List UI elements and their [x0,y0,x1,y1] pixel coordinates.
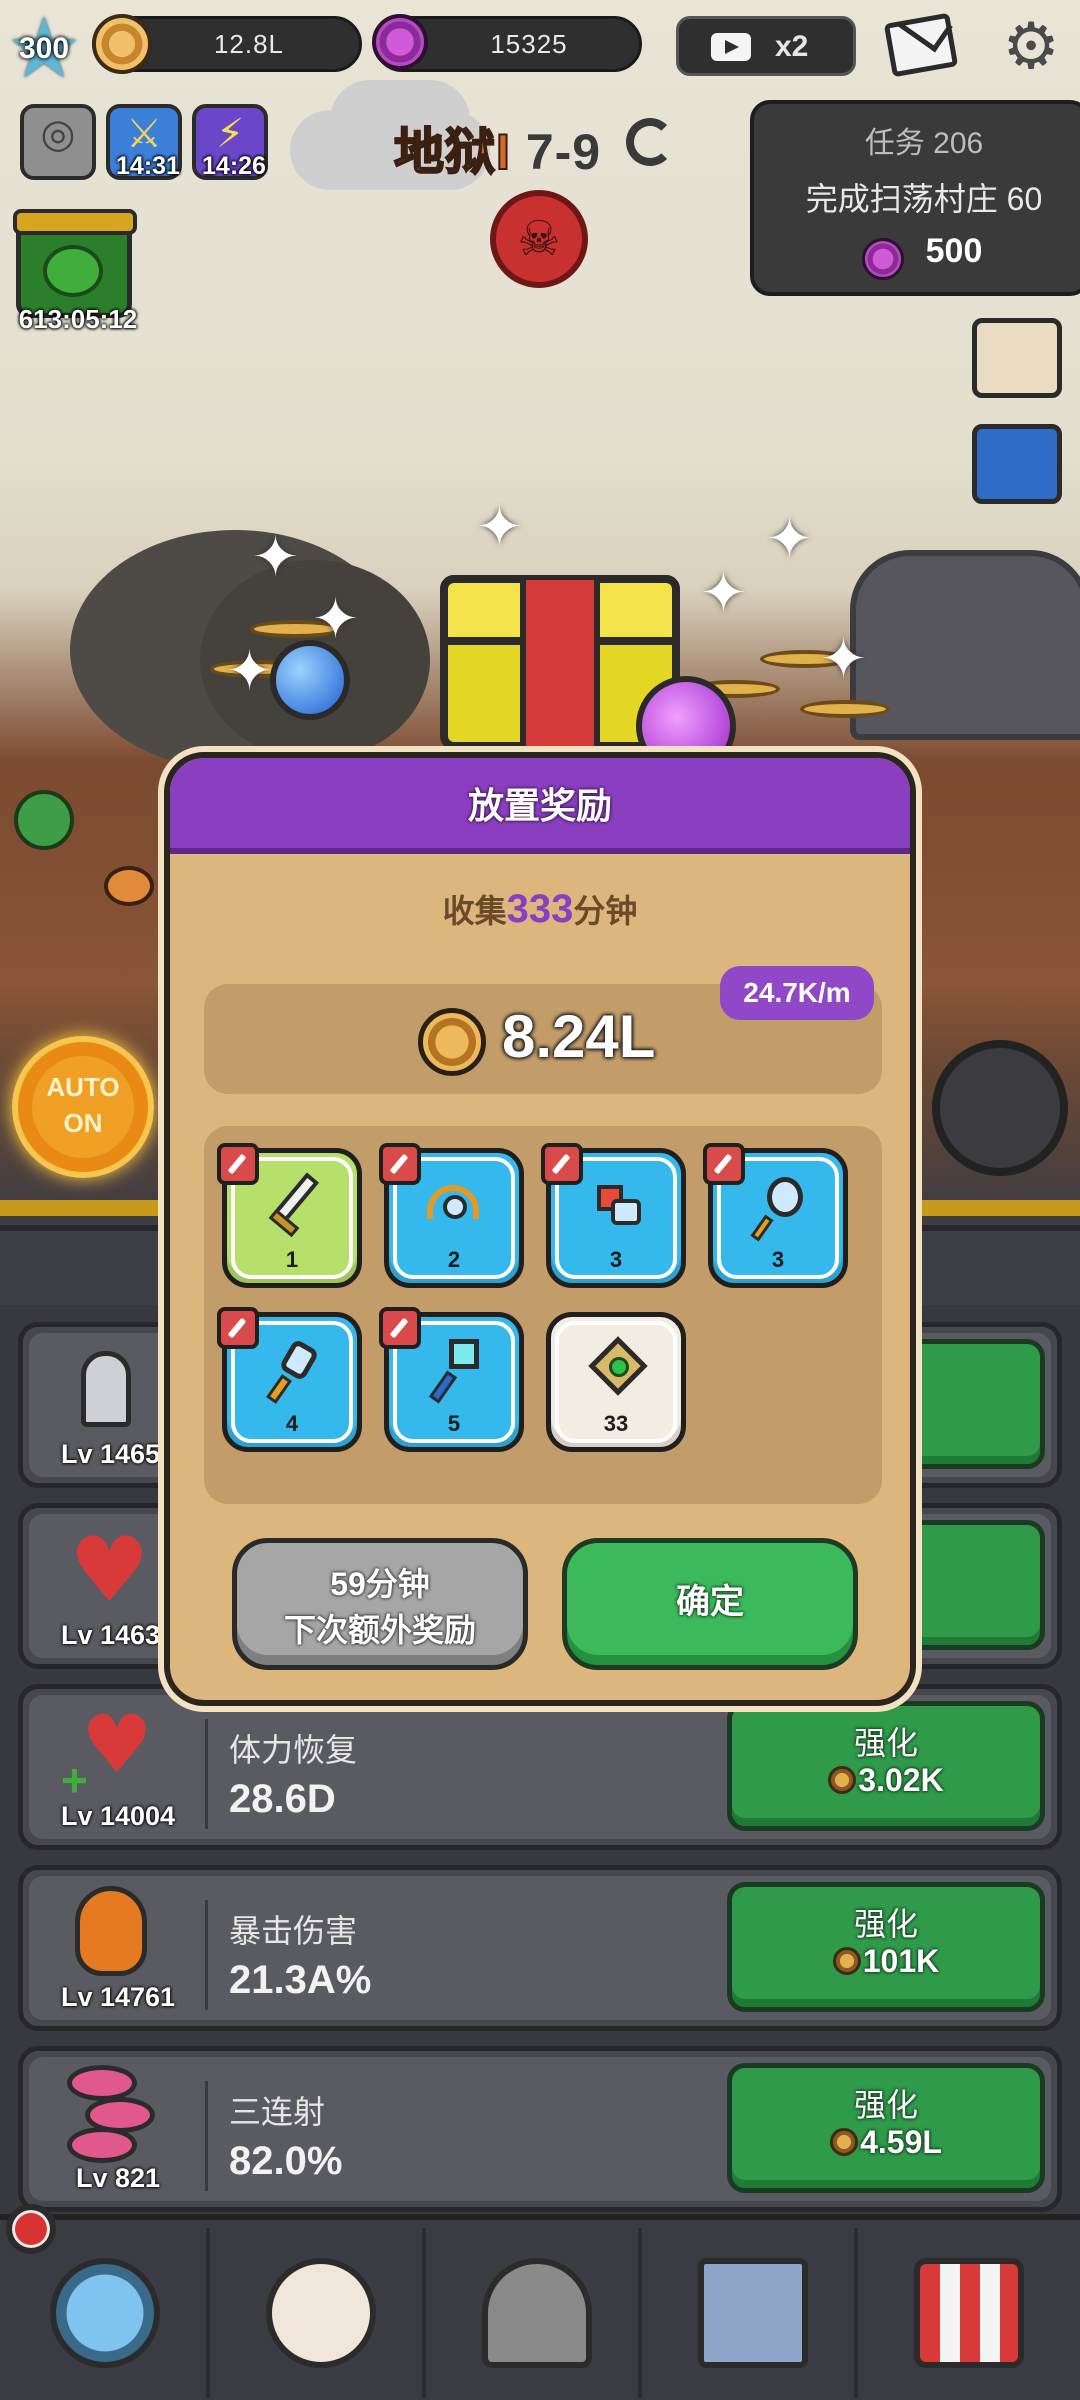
reward-item[interactable]: 5 [379,1307,524,1452]
mace-icon [257,1335,327,1405]
sword-icon [257,1171,327,1241]
hammer-icon [419,1335,489,1405]
reward-item[interactable]: 4 [217,1307,362,1452]
reward-item[interactable]: 2 [379,1143,524,1288]
gold-rate-badge: 24.7K/m [720,966,874,1020]
crossbow-icon [419,1171,489,1241]
racket-icon [743,1171,813,1242]
axe-icon [581,1171,651,1241]
equipment-tag-icon [379,1307,421,1349]
emerald-scroll-icon [581,1335,651,1405]
item-count: 3 [609,1247,623,1272]
item-rewards-panel: 1 2 3 3 4 5 33 [204,1126,882,1504]
item-count: 5 [447,1411,461,1436]
equipment-tag-icon [703,1143,745,1185]
confirm-label: 确定 [676,1583,744,1621]
dialog-header: 放置奖励 [170,758,910,854]
reward-item[interactable]: 3 [541,1143,686,1288]
equipment-tag-icon [217,1143,259,1185]
item-count: 1 [285,1247,299,1272]
reward-item[interactable]: 3 [703,1143,848,1288]
reward-item[interactable]: 1 [217,1143,362,1288]
collect-minutes: 333 [506,887,574,931]
gold-reward-amount: 8.24L [502,1003,656,1070]
gold-rate: 24.7K/m [743,977,851,1008]
item-count: 2 [447,1247,461,1272]
equipment-tag-icon [541,1143,583,1185]
item-count: 4 [285,1411,299,1436]
next-bonus-time: 59分钟 [330,1566,430,1602]
idle-reward-dialog: 放置奖励 收集333分钟 8.24L 24.7K/m 1 2 3 3 4 5 3… [164,752,916,1706]
collect-duration: 收集333分钟 [442,887,638,931]
dialog-title: 放置奖励 [467,785,612,826]
item-count: 3 [771,1247,785,1272]
next-bonus-label: 下次额外奖励 [283,1612,476,1648]
equipment-tag-icon [217,1307,259,1349]
next-bonus-button[interactable]: 59分钟 下次额外奖励 [232,1538,528,1670]
reward-item[interactable]: 33 [546,1312,686,1452]
item-count: 33 [603,1411,629,1436]
confirm-button[interactable]: 确定 [562,1538,858,1670]
equipment-tag-icon [379,1143,421,1185]
gold-coin-icon [418,1008,486,1076]
